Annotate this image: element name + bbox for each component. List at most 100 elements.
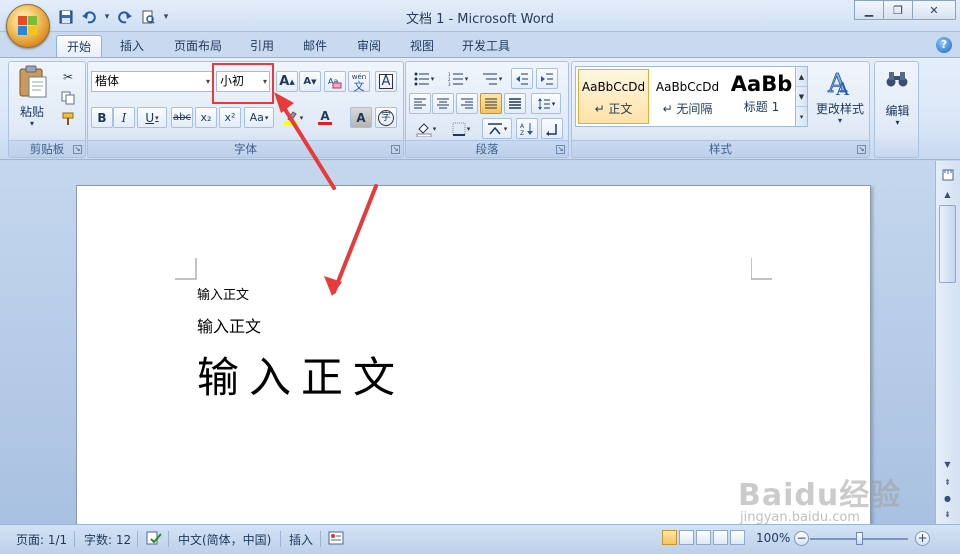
enclose-characters-button[interactable]: 字 <box>375 107 397 128</box>
restore-icon[interactable]: ❐ <box>883 0 913 20</box>
page-count[interactable]: 页面: 1/1 <box>16 531 67 548</box>
font-name-value: 楷体 <box>95 74 120 88</box>
distributed-icon[interactable] <box>504 93 526 114</box>
justify-icon[interactable] <box>480 93 502 114</box>
chinese-layout-icon[interactable]: ▾ <box>482 118 512 139</box>
language-indicator[interactable]: 中文(简体，中国) <box>178 531 271 548</box>
shading-icon[interactable]: ▾ <box>409 118 443 139</box>
clipboard-launcher-icon[interactable]: ↘ <box>73 145 82 154</box>
tab-page-layout[interactable]: 页面布局 <box>164 35 232 58</box>
gallery-more-icon[interactable]: ▾ <box>796 107 807 127</box>
scroll-thumb[interactable] <box>939 205 956 283</box>
change-styles-button[interactable]: A A 更改样式 ▾ <box>812 66 868 138</box>
proofing-icon[interactable] <box>146 531 162 548</box>
bold-button[interactable]: B <box>91 107 113 128</box>
macro-record-icon[interactable] <box>328 531 344 548</box>
gallery-up-icon[interactable]: ▲ <box>796 67 807 87</box>
zoom-in-icon[interactable]: + <box>915 531 930 546</box>
next-page-icon[interactable]: ⇟ <box>939 507 956 522</box>
enclose-characters-label: 字 <box>378 109 394 126</box>
editing-group[interactable]: 编辑 ▾ <box>874 61 919 158</box>
underline-button[interactable]: U ▾ <box>137 107 167 128</box>
paste-dropdown-icon[interactable]: ▾ <box>15 119 49 128</box>
strikethrough-button[interactable]: abc <box>171 107 193 128</box>
paragraph-launcher-icon[interactable]: ↘ <box>556 145 565 154</box>
font-name-combo[interactable]: 楷体 ▾ <box>91 71 213 92</box>
font-color-button[interactable]: A <box>310 107 340 128</box>
font-launcher-icon[interactable]: ↘ <box>391 145 400 154</box>
decrease-indent-icon[interactable] <box>511 68 533 89</box>
draft-view-icon[interactable] <box>730 530 745 545</box>
italic-button[interactable]: I <box>113 107 135 128</box>
increase-indent-icon[interactable] <box>536 68 558 89</box>
document-line[interactable]: 输入正文 <box>197 284 249 303</box>
subscript-button[interactable]: x₂ <box>195 107 217 128</box>
align-center-icon[interactable] <box>432 93 454 114</box>
style-normal[interactable]: AaBbCcDd ↵ 正文 <box>578 69 649 124</box>
superscript-button[interactable]: x² <box>219 107 241 128</box>
close-icon[interactable]: ✕ <box>912 0 956 20</box>
tab-insert[interactable]: 插入 <box>110 35 154 58</box>
clear-format-icon[interactable]: Aa <box>324 71 346 92</box>
styles-launcher-icon[interactable]: ↘ <box>857 145 866 154</box>
tab-view[interactable]: 视图 <box>400 35 444 58</box>
web-layout-view-icon[interactable] <box>696 530 711 545</box>
browse-object-icon[interactable]: ● <box>939 491 956 506</box>
bullets-icon[interactable]: ▾ <box>409 68 439 89</box>
cut-icon[interactable]: ✂ <box>57 66 79 87</box>
align-right-icon[interactable] <box>456 93 478 114</box>
shrink-font-label: A <box>303 76 312 87</box>
multilevel-list-icon[interactable]: ▾ <box>477 68 507 89</box>
scroll-down-icon[interactable]: ▼ <box>939 457 956 472</box>
character-border-button[interactable]: A <box>375 71 397 92</box>
editing-dropdown-icon[interactable]: ▾ <box>875 118 920 127</box>
help-icon[interactable]: ? <box>936 37 952 53</box>
copy-icon[interactable] <box>57 87 79 108</box>
tab-review[interactable]: 审阅 <box>347 35 391 58</box>
outline-view-icon[interactable] <box>713 530 728 545</box>
style-normal-name: ↵ 正文 <box>594 102 633 116</box>
format-painter-icon[interactable] <box>57 108 79 129</box>
vertical-scrollbar[interactable]: ▲ ▼ ⇞ ● ⇟ <box>935 161 960 524</box>
font-size-highlight-box <box>212 63 274 104</box>
font-name-dropdown-icon[interactable]: ▾ <box>206 72 210 91</box>
clipboard-group: 粘贴 ▾ ✂ 剪贴板 ↘ <box>8 61 86 158</box>
print-layout-view-icon[interactable] <box>662 530 677 545</box>
style-heading-1[interactable]: AaBb 标题 1 <box>726 69 797 124</box>
zoom-level[interactable]: 100% <box>756 531 790 545</box>
office-button[interactable] <box>6 4 50 48</box>
highlight-button[interactable]: ▾ <box>279 107 307 128</box>
sort-icon[interactable]: AZ <box>516 118 538 139</box>
insert-mode[interactable]: 插入 <box>289 531 313 548</box>
show-hide-marks-icon[interactable] <box>541 118 563 139</box>
style-no-spacing[interactable]: AaBbCcDd ↵ 无间隔 <box>652 69 723 124</box>
character-shading-button[interactable]: A <box>350 107 372 128</box>
minimize-icon[interactable]: ▁ <box>854 0 884 20</box>
zoom-slider-knob[interactable] <box>856 532 863 545</box>
document-line[interactable]: 输入正文 <box>197 313 261 337</box>
change-case-button[interactable]: Aa ▾ <box>244 107 274 128</box>
tab-references[interactable]: 引用 <box>240 35 284 58</box>
align-left-icon[interactable] <box>409 93 431 114</box>
pinyin-guide-button[interactable]: wén 文 <box>348 71 370 92</box>
zoom-out-icon[interactable]: − <box>794 531 809 546</box>
ruler-toggle-icon[interactable] <box>939 169 956 184</box>
paste-button[interactable]: 粘贴 ▾ <box>15 65 49 137</box>
tab-home[interactable]: 开始 <box>56 35 103 58</box>
previous-page-icon[interactable]: ⇞ <box>939 475 956 490</box>
tab-developer[interactable]: 开发工具 <box>452 35 520 58</box>
word-count[interactable]: 字数: 12 <box>84 531 131 548</box>
scroll-up-icon[interactable]: ▲ <box>939 187 956 202</box>
font-group-label: 字体 <box>88 140 403 157</box>
shrink-font-button[interactable]: A ▼ <box>299 71 321 92</box>
grow-font-button[interactable]: A ▲ <box>276 71 298 92</box>
borders-icon[interactable]: ▾ <box>446 118 476 139</box>
change-styles-dropdown-icon[interactable]: ▾ <box>812 116 868 125</box>
full-screen-reading-view-icon[interactable] <box>679 530 694 545</box>
line-spacing-icon[interactable]: ▾ <box>531 93 561 114</box>
numbering-icon[interactable]: 1 2 3 ▾ <box>443 68 473 89</box>
styles-group: AaBbCcDd ↵ 正文 AaBbCcDd ↵ 无间隔 AaBb 标题 1 ▲… <box>571 61 870 158</box>
document-line[interactable]: 输入正文 <box>197 344 405 405</box>
gallery-down-icon[interactable]: ▼ <box>796 87 807 107</box>
tab-mailings[interactable]: 邮件 <box>293 35 337 58</box>
